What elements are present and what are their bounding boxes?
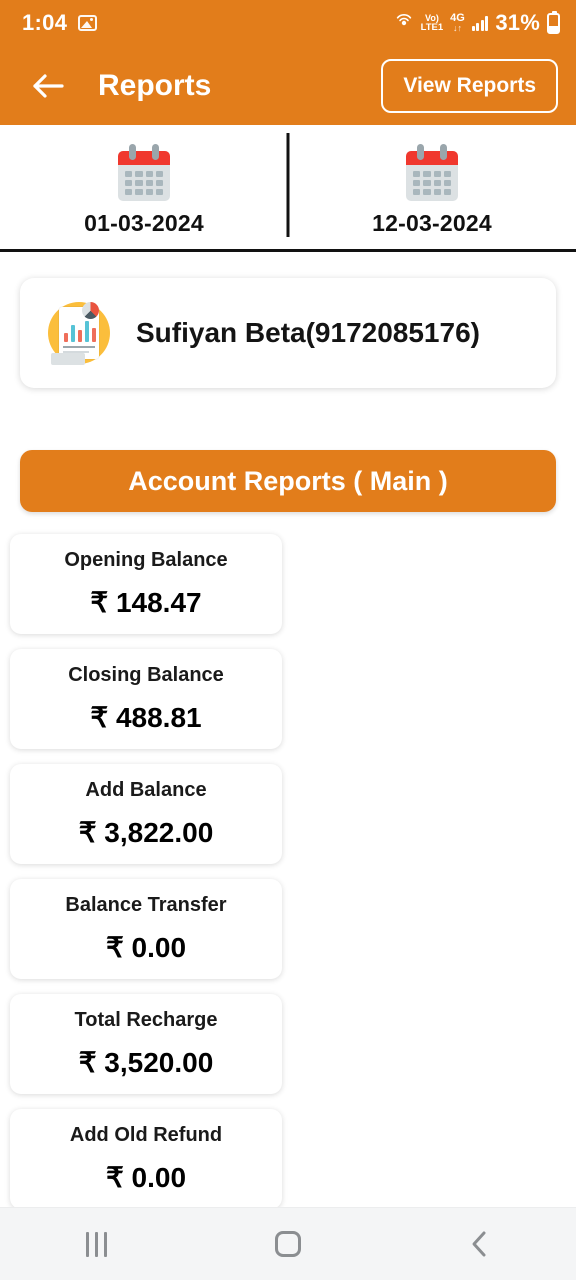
user-card[interactable]: Sufiyan Beta(9172085176) xyxy=(20,278,556,388)
calendar-icon xyxy=(114,143,174,204)
stat-value: ₹ 0.00 xyxy=(105,932,187,963)
view-reports-button[interactable]: View Reports xyxy=(381,58,558,113)
from-date-label: 01-03-2024 xyxy=(84,209,204,236)
to-date-label: 12-03-2024 xyxy=(372,209,492,236)
stat-card-add-balance[interactable]: Add Balance ₹ 3,822.00 xyxy=(10,764,282,864)
status-bar-right: Vo) LTE1 4G ↓↑ 31% xyxy=(394,10,560,36)
photo-icon xyxy=(78,15,98,31)
stat-value: ₹ 3,520.00 xyxy=(78,1047,214,1078)
to-date-picker[interactable]: 12-03-2024 xyxy=(288,125,576,249)
stat-value: ₹ 488.81 xyxy=(90,702,202,733)
arrow-left-icon[interactable] xyxy=(26,64,70,108)
calendar-icon xyxy=(402,143,462,204)
stat-label: Add Old Refund xyxy=(69,1124,223,1146)
stat-label: Add Balance xyxy=(85,779,207,801)
stat-card-closing-balance[interactable]: Closing Balance ₹ 488.81 xyxy=(10,649,282,749)
date-divider xyxy=(286,133,290,237)
stat-value: ₹ 0.00 xyxy=(105,1162,187,1193)
signal-bars-icon xyxy=(471,15,489,31)
stat-card-total-recharge[interactable]: Total Recharge ₹ 3,520.00 xyxy=(10,994,282,1094)
main-content: Sufiyan Beta(9172085176) Account Reports… xyxy=(0,252,576,1207)
home-icon[interactable] xyxy=(243,1219,333,1269)
from-date-picker[interactable]: 01-03-2024 xyxy=(0,125,288,249)
page-title: Reports xyxy=(98,68,212,102)
account-reports-header[interactable]: Account Reports ( Main ) xyxy=(20,450,556,512)
android-nav-bar xyxy=(0,1207,576,1280)
stat-card-add-old-refund[interactable]: Add Old Refund ₹ 0.00 xyxy=(10,1109,282,1207)
report-document-icon xyxy=(42,296,116,370)
back-chevron-icon[interactable] xyxy=(435,1219,525,1269)
network-4g-icon: 4G ↓↑ xyxy=(450,12,465,33)
stat-value: ₹ 148.47 xyxy=(90,587,202,618)
status-bar-left: 1:04 xyxy=(22,10,98,36)
stat-label: Opening Balance xyxy=(64,549,228,571)
status-time: 1:04 xyxy=(22,10,68,35)
volte-icon: Vo) LTE1 xyxy=(420,12,444,33)
stat-label: Total Recharge xyxy=(74,1009,218,1031)
stat-card-balance-transfer[interactable]: Balance Transfer ₹ 0.00 xyxy=(10,879,282,979)
battery-percent: 31% xyxy=(495,10,540,35)
stats-grid: Opening Balance ₹ 148.47 Closing Balance… xyxy=(8,534,568,1207)
status-bar: 1:04 Vo) LTE1 4G ↓↑ 31% xyxy=(0,0,576,46)
user-name: Sufiyan Beta(9172085176) xyxy=(136,317,480,348)
stat-label: Closing Balance xyxy=(68,664,224,686)
date-range-row: 01-03-2024 12-03-2024 xyxy=(0,125,576,252)
stat-label: Balance Transfer xyxy=(65,894,227,916)
stat-card-opening-balance[interactable]: Opening Balance ₹ 148.47 xyxy=(10,534,282,634)
stat-value: ₹ 3,822.00 xyxy=(78,817,214,848)
battery-icon xyxy=(547,10,560,34)
recents-icon[interactable] xyxy=(51,1219,141,1269)
app-screen: 1:04 Vo) LTE1 4G ↓↑ 31% Reports View Rep… xyxy=(0,0,576,1280)
hotspot-icon xyxy=(394,12,414,35)
app-bar: Reports View Reports xyxy=(0,46,576,125)
